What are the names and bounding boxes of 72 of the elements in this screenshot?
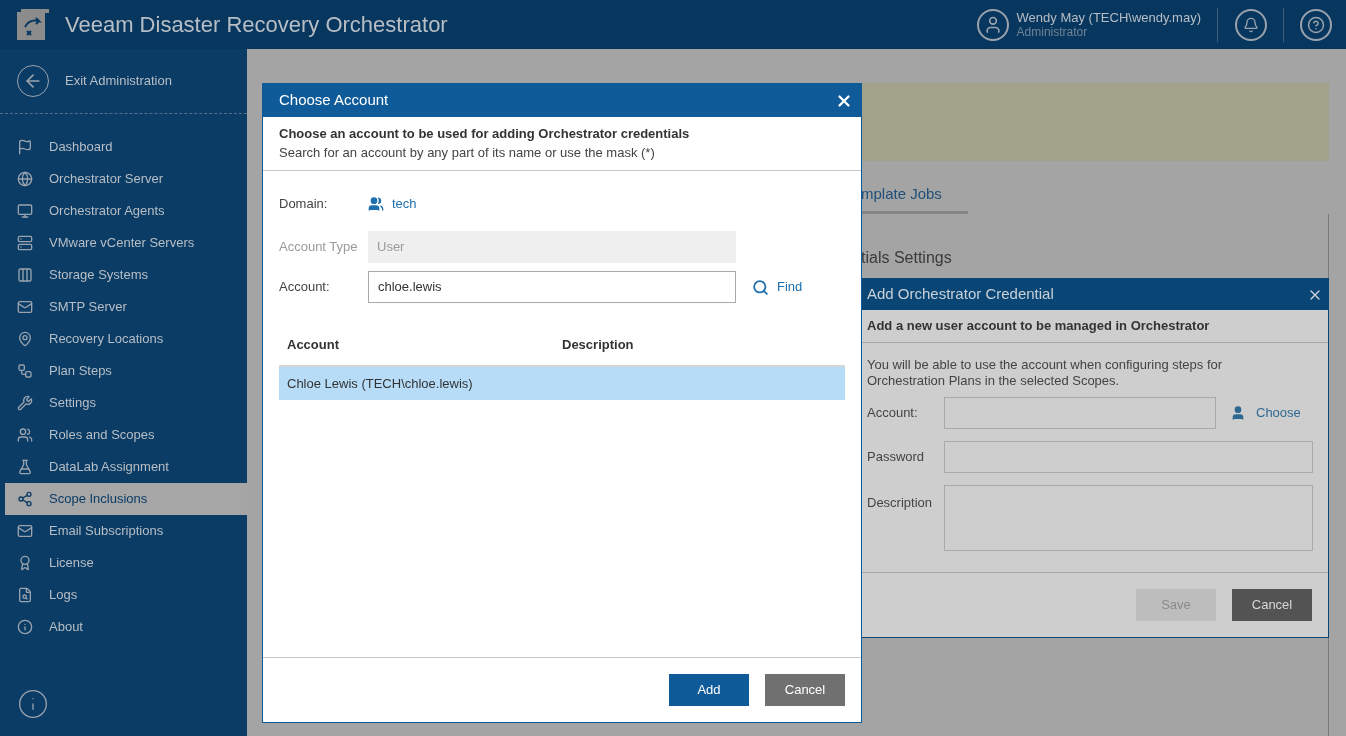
cancel-button[interactable]: Cancel bbox=[765, 674, 845, 706]
workflow-icon bbox=[17, 363, 33, 379]
field-label: Password bbox=[867, 448, 926, 467]
input-field[interactable] bbox=[944, 397, 1216, 429]
sidebar-item[interactable]: Plan Steps bbox=[5, 355, 247, 387]
help-button[interactable] bbox=[1300, 8, 1332, 41]
user-role: Administrator bbox=[1016, 24, 1089, 39]
envelope-icon bbox=[17, 523, 33, 539]
table-cell-text: Chloe Lewis (TECH\chloe.lewis) bbox=[286, 374, 474, 393]
bell-icon bbox=[1243, 16, 1259, 33]
sidebar-item[interactable]: Logs bbox=[5, 579, 247, 611]
sidebar-item[interactable]: About bbox=[5, 611, 247, 643]
dialog-subheading: Search for an account by any part of its name or use the mask (*) bbox=[279, 144, 656, 162]
dialog-heading: Add a new user account to be managed in Orchestrator bbox=[867, 317, 1210, 336]
sidebar-item[interactable]: Orchestrator Server bbox=[5, 163, 247, 195]
field-label: Account: bbox=[867, 404, 919, 423]
sidebar-item[interactable]: Storage Systems bbox=[5, 259, 247, 291]
field-label: Account: bbox=[279, 278, 331, 297]
field-label: Description bbox=[867, 494, 934, 512]
monitor-icon bbox=[17, 203, 33, 219]
columns-icon bbox=[17, 267, 33, 283]
users-icon bbox=[368, 196, 384, 212]
column-header: Account bbox=[286, 336, 340, 355]
section-title: tials Settings bbox=[860, 247, 953, 268]
search-icon bbox=[752, 278, 769, 296]
user-icon bbox=[1230, 405, 1246, 421]
notifications-button[interactable] bbox=[1235, 8, 1267, 41]
account-field[interactable]: chloe.lewis bbox=[368, 271, 736, 303]
sidebar-item[interactable]: Recovery Locations bbox=[5, 323, 247, 355]
app-title: Veeam Disaster Recovery Orchestrator bbox=[65, 11, 448, 39]
sidebar-item[interactable]: Settings bbox=[5, 387, 247, 419]
column-header: Description bbox=[562, 336, 634, 355]
user-name: Wendy May (TECH\wendy.may) bbox=[1016, 10, 1201, 25]
app-logo-icon bbox=[17, 8, 49, 41]
domain-link[interactable]: tech bbox=[368, 194, 417, 214]
map-pin-icon bbox=[17, 331, 33, 347]
award-icon bbox=[17, 555, 33, 571]
sidebar-item[interactable]: License bbox=[5, 547, 247, 579]
users-icon bbox=[17, 427, 33, 443]
sidebar-item[interactable]: Scope Inclusions bbox=[5, 483, 247, 515]
info-icon bbox=[17, 619, 33, 635]
add-button[interactable]: Add bbox=[669, 674, 749, 706]
flag-icon bbox=[17, 139, 33, 155]
wrench-icon bbox=[17, 395, 33, 411]
input-field[interactable] bbox=[944, 441, 1313, 473]
dialog-title: Choose Account bbox=[279, 90, 389, 111]
dialog-title: Add Orchestrator Credential bbox=[867, 284, 1054, 305]
field-label: Account Type bbox=[279, 238, 359, 257]
help-icon bbox=[1307, 15, 1325, 34]
user-avatar-icon bbox=[976, 8, 1009, 41]
document-search-icon bbox=[17, 587, 33, 603]
network-icon bbox=[17, 491, 33, 507]
dialog-description: You will be able to use the account when configuring steps for Orchestration Plans in the selected Scopes. bbox=[866, 357, 1224, 389]
globe-icon bbox=[17, 171, 33, 187]
info-icon bbox=[17, 688, 49, 720]
find-button[interactable]: Find bbox=[752, 277, 803, 297]
exit-administration-link[interactable]: Exit Administration bbox=[0, 59, 247, 103]
sidebar-item[interactable]: SMTP Server bbox=[5, 291, 247, 323]
sidebar-item[interactable]: VMware vCenter Servers bbox=[5, 227, 247, 259]
sidebar-item[interactable]: Orchestrator Agents bbox=[5, 195, 247, 227]
flask-icon bbox=[17, 459, 33, 475]
sidebar-item[interactable]: DataLab Assignment bbox=[5, 451, 247, 483]
cancel-button[interactable]: Cancel bbox=[1232, 589, 1312, 621]
server-icon bbox=[17, 235, 33, 251]
sidebar-item[interactable]: Email Subscriptions bbox=[5, 515, 247, 547]
sidebar-item[interactable]: Roles and Scopes bbox=[5, 419, 247, 451]
envelope-icon bbox=[17, 299, 33, 315]
table-row[interactable]: Chloe Lewis (TECH\chloe.lewis) bbox=[279, 367, 845, 400]
field-label: Domain: bbox=[279, 195, 329, 214]
sidebar-item[interactable]: Dashboard bbox=[5, 131, 247, 163]
dialog-heading: Choose an account to be used for adding Orchestrator credentials bbox=[279, 125, 691, 143]
choose-link[interactable]: Choose bbox=[1230, 403, 1301, 423]
